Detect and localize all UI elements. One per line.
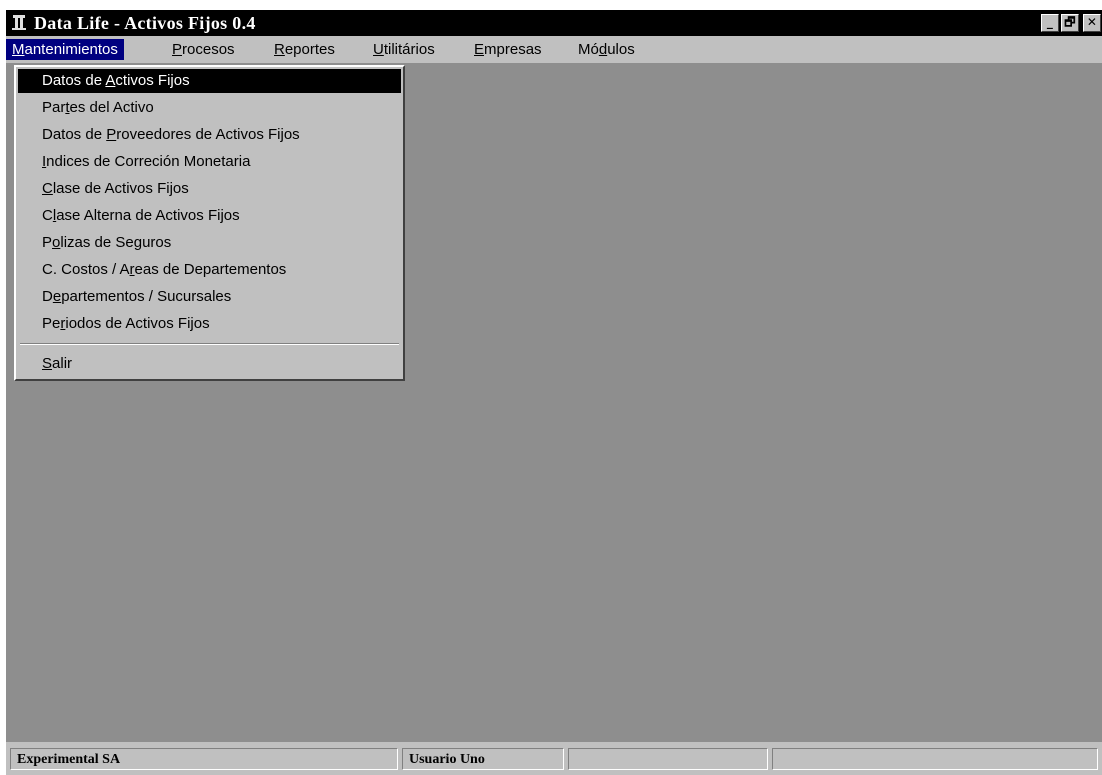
menu-label-key: U	[373, 41, 384, 58]
menu-label-pre: Mó	[578, 41, 599, 58]
option-label-key: A	[105, 72, 116, 89]
option-label-key: e	[52, 288, 62, 305]
option-label-post: eas de Departementos	[134, 261, 287, 278]
menu-mantenimientos[interactable]: Mantenimientos	[6, 39, 124, 60]
menu-label-key: E	[474, 41, 485, 58]
menu-label-key: M	[12, 41, 25, 58]
mantenimientos-dropdown: Datos de Activos Fijos Partes del Activo…	[14, 65, 405, 381]
menu-bar: Mantenimientos Procesos Reportes Utilitá…	[6, 36, 1102, 63]
option-label-pre: P	[42, 234, 53, 251]
minimize-button[interactable]: _	[1041, 14, 1059, 32]
menu-modulos[interactable]: Módulos	[572, 39, 641, 60]
option-label-key: C	[42, 180, 53, 197]
option-label-pre: Datos de	[42, 72, 106, 89]
option-label-post: ase Alterna de Activos Fijos	[56, 207, 240, 224]
menu-procesos[interactable]: Procesos	[166, 39, 241, 60]
app-icon[interactable]	[11, 14, 27, 31]
menu-option-clase-activos[interactable]: Clase de Activos Fijos	[18, 177, 401, 201]
menu-option-costos-areas[interactable]: C. Costos / Areas de Departementos	[18, 258, 401, 282]
menu-option-polizas-seguros[interactable]: Polizas de Seguros	[18, 231, 401, 255]
menu-option-departamentos-sucursales[interactable]: Departementos / Sucursales	[18, 285, 401, 309]
menu-label-key: d	[598, 41, 608, 58]
menu-label-post: mpresas	[484, 41, 542, 58]
menu-label-post: antenimientos	[24, 41, 118, 58]
status-company: Experimental SA	[10, 748, 398, 770]
menu-option-salir[interactable]: Salir	[18, 352, 401, 376]
window-title: Data Life - Activos Fijos 0.4	[34, 13, 256, 33]
app-window: Data Life - Activos Fijos 0.4 _ 🗗 ✕ Mant…	[6, 10, 1102, 775]
option-label-post: ndices de Correción Monetaria	[46, 153, 251, 170]
menu-empresas[interactable]: Empresas	[468, 39, 548, 60]
option-label-post: ctivos Fijos	[115, 72, 190, 89]
option-label-pre: Pe	[42, 315, 61, 332]
option-label-key: S	[42, 355, 53, 372]
close-button[interactable]: ✕	[1083, 14, 1101, 32]
option-label-post: partementos / Sucursales	[61, 288, 232, 305]
option-label-post: es del Activo	[69, 99, 154, 116]
menu-separator	[20, 343, 399, 345]
status-panel-4	[772, 748, 1098, 770]
menu-option-clase-alterna[interactable]: Clase Alterna de Activos Fijos	[18, 204, 401, 228]
menu-reportes[interactable]: Reportes	[268, 39, 341, 60]
restore-button[interactable]: 🗗	[1061, 14, 1079, 32]
menu-utilitarios[interactable]: Utilitários	[367, 39, 441, 60]
option-label-pre: C. Costos / A	[42, 261, 130, 278]
option-label-post: alir	[52, 355, 73, 372]
menu-option-indices-correcion[interactable]: Indices de Correción Monetaria	[18, 150, 401, 174]
status-panel-3	[568, 748, 768, 770]
menu-label-post: eportes	[284, 41, 335, 58]
status-bar: Experimental SA Usuario Uno	[6, 742, 1102, 775]
menu-option-periodos-activos[interactable]: Periodos de Activos Fijos	[18, 312, 401, 336]
title-bar[interactable]: Data Life - Activos Fijos 0.4 _ 🗗 ✕	[6, 10, 1102, 36]
option-label-post: roveedores de Activos Fijos	[116, 126, 300, 143]
option-label-pre: Datos de	[42, 126, 107, 143]
option-label-pre: D	[42, 288, 53, 305]
option-label-pre: Par	[42, 99, 66, 116]
option-label-key: P	[106, 126, 117, 143]
menu-option-datos-activos-fijos[interactable]: Datos de Activos Fijos	[18, 69, 401, 93]
menu-label-key: R	[274, 41, 285, 58]
menu-option-partes-activo[interactable]: Partes del Activo	[18, 96, 401, 120]
option-label-pre: C	[42, 207, 53, 224]
menu-label-post: ulos	[607, 41, 635, 58]
option-label-post: lizas de Seguros	[60, 234, 172, 251]
status-user: Usuario Uno	[402, 748, 564, 770]
menu-label-post: tilitários	[383, 41, 435, 58]
option-label-post: iodos de Activos Fijos	[65, 315, 210, 332]
menu-label-key: P	[172, 41, 183, 58]
menu-option-datos-proveedores[interactable]: Datos de Proveedores de Activos Fijos	[18, 123, 401, 147]
option-label-post: lase de Activos Fijos	[52, 180, 189, 197]
menu-label-post: rocesos	[182, 41, 235, 58]
